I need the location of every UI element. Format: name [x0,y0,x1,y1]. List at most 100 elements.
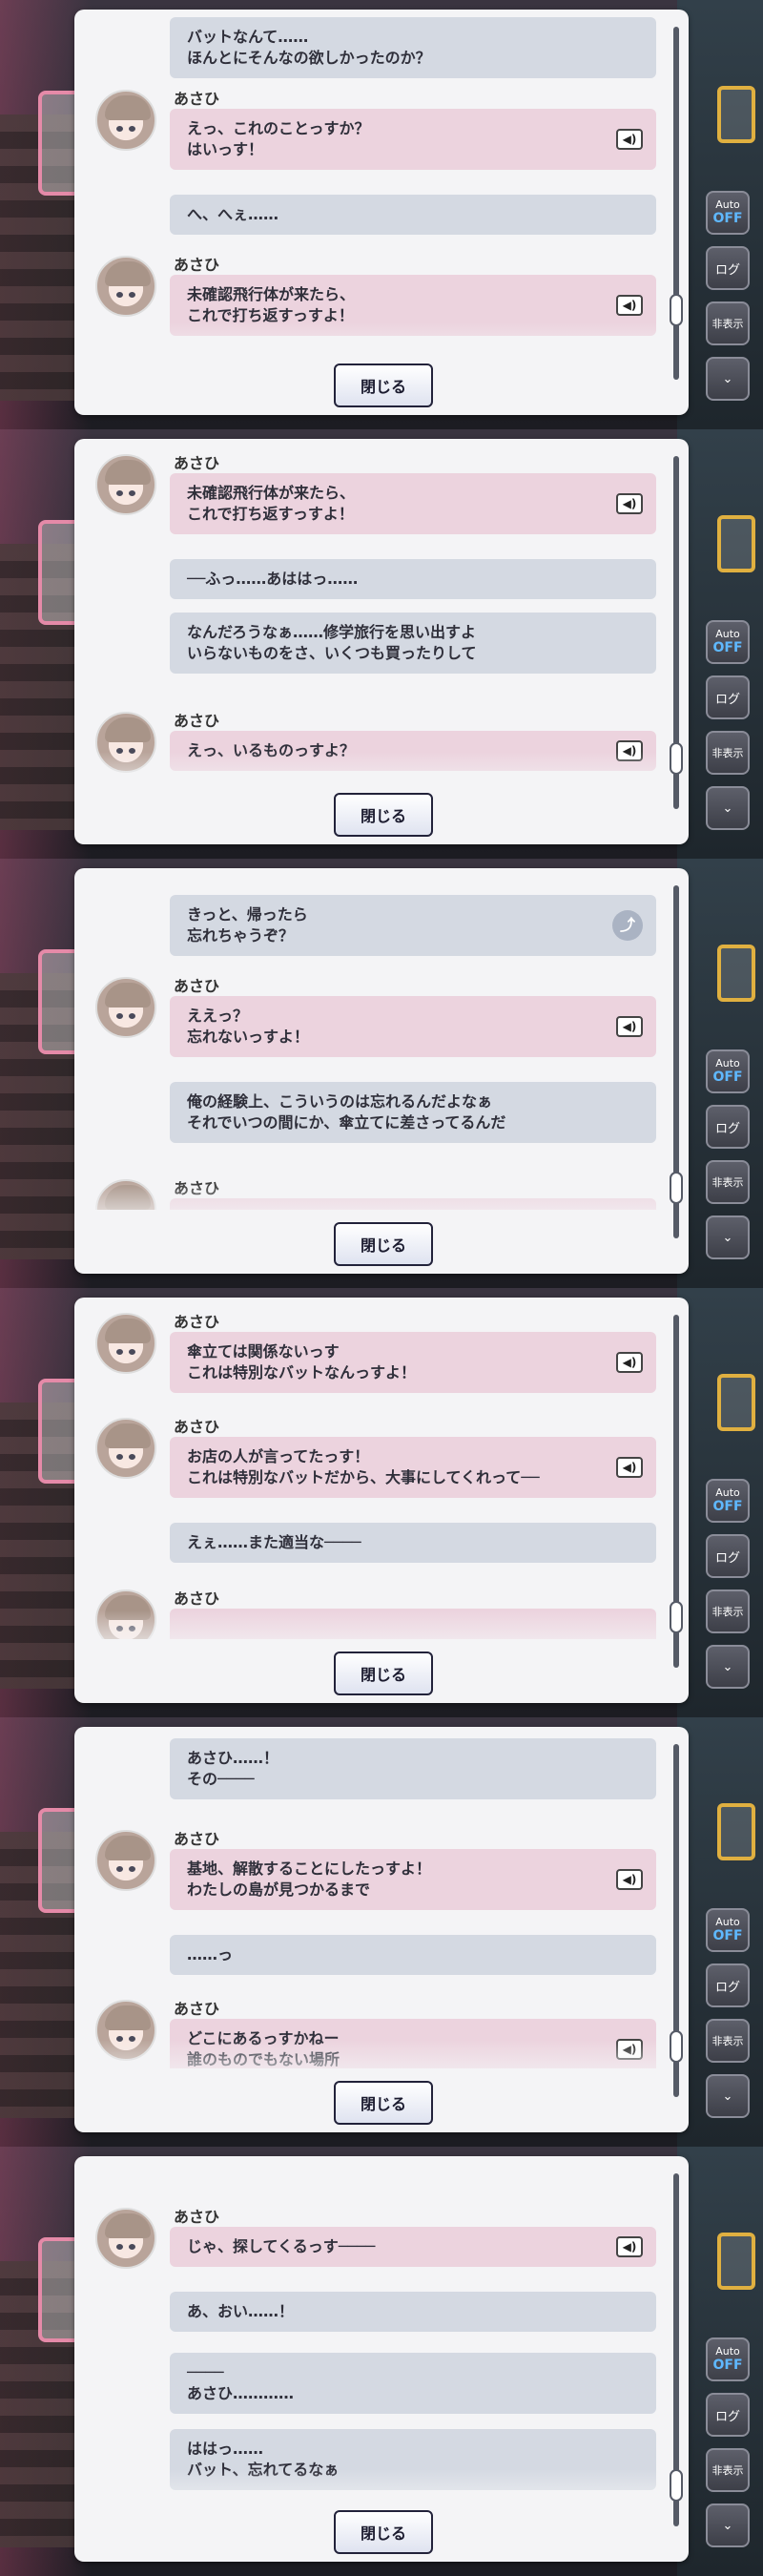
close-button[interactable]: 閉じる [334,364,433,407]
line-text: きっと、帰ったら 忘れちゃうぞ？ [187,905,308,945]
speaker-name: あさひ [174,1313,220,1331]
log-scrollbar[interactable] [670,27,683,380]
log-button[interactable]: ログ [706,1534,750,1578]
log-scrollbar[interactable] [670,2173,683,2526]
log-button[interactable]: ログ [706,1963,750,2007]
character-line: じゃ、探してくるっす──── ◀) [170,2227,656,2267]
speaker-icon[interactable]: ◀) [616,493,643,514]
log-dialog: あさひ じゃ、探してくるっす──── ◀) あ、おい……！ ──── あさひ………… はは… [74,2156,689,2562]
auto-button[interactable]: Auto OFF [706,1908,750,1952]
character-line: 基地、解散することにしたっすよ！ わたしの島が見つかるまで ◀) [170,1849,656,1910]
scrollbar-thumb[interactable] [670,742,683,775]
hide-button[interactable]: 非表示 [706,2448,750,2492]
close-button[interactable]: 閉じる [334,1222,433,1266]
close-button[interactable]: 閉じる [334,2510,433,2554]
hide-button[interactable]: 非表示 [706,1589,750,1633]
character-line: えっ、これのことっすか？ はいっす！ ◀) [170,109,656,170]
hide-button[interactable]: 非表示 [706,1160,750,1204]
line-text: ええっ？ 忘れないっすよ！ [187,1007,310,1046]
log-scrollbar[interactable] [670,1315,683,1668]
avatar-eye [129,126,135,132]
speaker-icon[interactable]: ◀) [616,129,643,150]
scrollbar-thumb[interactable] [670,2030,683,2063]
close-button[interactable]: 閉じる [334,2081,433,2125]
log-scrollbar[interactable] [670,885,683,1238]
chevron-down-icon[interactable]: ⌄ [706,2503,750,2547]
line-text: なんだろうなぁ……修学旅行を思い出すよ いらないものをさ、いくつも買ったりして [187,623,477,662]
log-scrollbar[interactable] [670,1744,683,2097]
side-controls: Auto OFF ログ 非表示 ⌄ [706,1049,750,1271]
auto-button[interactable]: Auto OFF [706,191,750,235]
side-controls: Auto OFF ログ 非表示 ⌄ [706,2337,750,2559]
speaker-name: あさひ [174,1830,220,1848]
scrollbar-thumb[interactable] [670,1601,683,1633]
avatar-eye [116,1013,123,1019]
speaker-icon[interactable]: ◀) [616,1352,643,1373]
auto-button[interactable]: Auto OFF [706,2337,750,2381]
avatar [95,454,156,515]
speaker-icon[interactable]: ◀) [616,295,643,316]
auto-label: Auto [715,628,740,640]
chevron-down-icon[interactable]: ⌄ [706,2074,750,2118]
auto-off-label: OFF [712,211,743,226]
side-controls: Auto OFF ログ 非表示 ⌄ [706,620,750,841]
side-controls: Auto OFF ログ 非表示 ⌄ [706,1908,750,2129]
log-scroll-area[interactable]: バットなんて…… ほんとにそんなの欲しかったのか？ あさひ えっ、これのことっすか？… [74,17,666,351]
hide-button[interactable]: 非表示 [706,2019,750,2063]
chevron-down-icon[interactable]: ⌄ [706,357,750,401]
log-scroll-area[interactable]: あさひ 未確認飛行体が来たら、 これで打ち返すっすよ！ ◀) ──ふっ……あははっ……… [74,447,666,780]
log-scrollbar[interactable] [670,456,683,809]
screen-panel: Auto OFF ログ 非表示 ⌄ あさひ 傘立ては関係ないっす これは特別なバッ… [0,1288,763,1717]
character-line: 未確認飛行体が来たら、 これで打ち返すっすよ！ ◀) [170,473,656,534]
avatar-eye [129,490,135,496]
log-scroll-area[interactable]: あさひ 傘立ては関係ないっす これは特別なバットなんっすよ！ ◀) あさひ お店の人が言… [74,1305,666,1639]
line-text: バットなんて…… ほんとにそんなの欲しかったのか？ [187,28,431,67]
background-sign [717,945,755,1002]
auto-off-label: OFF [712,2358,743,2373]
player-line: えぇ……また適当な──── [170,1523,656,1563]
close-button[interactable]: 閉じる [334,793,433,837]
close-button[interactable]: 閉じる [334,1652,433,1695]
line-text: 基地、解散することにしたっすよ！ わたしの島が見つかるまで [187,1859,432,1899]
log-scroll-area[interactable]: きっと、帰ったら 忘れちゃうぞ？ ⤴ あさひ ええっ？ 忘れないっすよ！ ◀) 俺の経験上… [74,876,666,1210]
chevron-down-icon[interactable]: ⌄ [706,1215,750,1259]
avatar-hair [105,95,151,120]
log-button[interactable]: ログ [706,1105,750,1149]
hide-button[interactable]: 非表示 [706,301,750,345]
character-line: 傘立ては関係ないっす これは特別なバットなんっすよ！ ◀) [170,1332,656,1393]
avatar-eye [116,1866,123,1872]
auto-button[interactable]: Auto OFF [706,1479,750,1523]
avatar-hair [105,2213,151,2238]
chevron-down-icon[interactable]: ⌄ [706,786,750,830]
avatar [95,90,156,151]
log-scroll-area[interactable]: あさひ じゃ、探してくるっす──── ◀) あ、おい……！ ──── あさひ………… はは… [74,2164,666,2498]
hide-button[interactable]: 非表示 [706,731,750,775]
auto-off-label: OFF [712,1070,743,1085]
chevron-down-icon[interactable]: ⌄ [706,1645,750,1689]
scrollbar-thumb[interactable] [670,1172,683,1204]
speaker-icon[interactable]: ◀) [616,1016,643,1037]
auto-button[interactable]: Auto OFF [706,1049,750,1093]
speaker-icon[interactable]: ◀) [616,2236,643,2257]
speaker-icon[interactable]: ◀) [616,1457,643,1478]
speaker-icon[interactable]: ◀) [616,1869,643,1890]
log-dialog: あさひ 未確認飛行体が来たら、 これで打ち返すっすよ！ ◀) ──ふっ……あははっ……… [74,439,689,844]
side-controls: Auto OFF ログ 非表示 ⌄ [706,1479,750,1700]
scrollbar-thumb[interactable] [670,2469,683,2502]
auto-label: Auto [715,2345,740,2358]
screen-panel: Auto OFF ログ 非表示 ⌄ きっと、帰ったら 忘れちゃうぞ？ ⤴ あさひ ええ… [0,859,763,1288]
speaker-name: あさひ [174,1589,220,1608]
return-arrow-icon[interactable]: ⤴ [612,910,643,941]
log-scroll-area[interactable]: あさひ……！ その──── あさひ 基地、解散することにしたっすよ！ わたしの島が見… [74,1735,666,2068]
player-line: きっと、帰ったら 忘れちゃうぞ？ ⤴ [170,895,656,956]
log-button[interactable]: ログ [706,2393,750,2437]
avatar-eye [129,1013,135,1019]
log-button[interactable]: ログ [706,675,750,719]
scrollbar-thumb[interactable] [670,294,683,326]
scroll-fade [74,1610,666,1639]
background-sign [717,1803,755,1860]
log-button[interactable]: ログ [706,246,750,290]
avatar-eye [129,292,135,298]
avatar-hair [105,983,151,1008]
auto-button[interactable]: Auto OFF [706,620,750,664]
